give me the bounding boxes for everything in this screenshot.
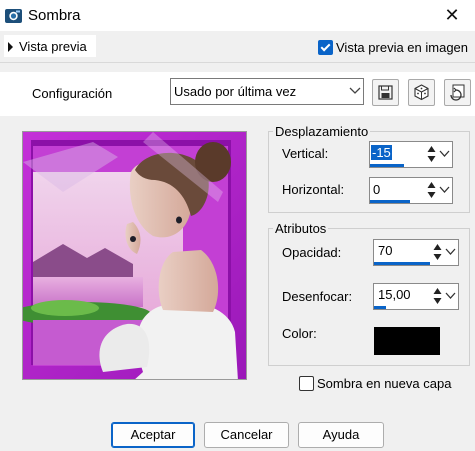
preview-picture (23, 132, 246, 379)
ok-button[interactable]: Aceptar (111, 422, 195, 448)
blur-slider-fill (374, 306, 386, 309)
window-title: Sombra (28, 7, 81, 24)
color-swatch[interactable] (374, 327, 440, 355)
preview-toggle-label: Vista previa (19, 39, 87, 54)
blur-value[interactable]: 15,00 (378, 287, 411, 302)
blur-label: Desenfocar: (282, 289, 353, 304)
opacity-dropdown-icon[interactable] (444, 240, 457, 264)
randomize-button[interactable] (408, 79, 435, 106)
blur-spin-arrows-icon[interactable] (432, 284, 443, 308)
horizontal-slider-fill (370, 200, 410, 203)
app-icon (5, 9, 22, 23)
chevron-down-icon (349, 87, 361, 94)
reset-button[interactable] (444, 79, 471, 106)
attributes-group-title: Atributos (273, 221, 329, 236)
shadow-new-layer-checkbox[interactable] (299, 376, 314, 391)
vertical-dropdown-icon[interactable] (438, 142, 451, 166)
config-label: Configuración (32, 86, 113, 101)
opacity-spin-arrows-icon[interactable] (432, 240, 443, 264)
floppy-disk-icon (378, 85, 393, 100)
help-button[interactable]: Ayuda (298, 422, 384, 448)
shadow-new-layer-label: Sombra en nueva capa (317, 376, 452, 391)
expand-arrow-icon[interactable] (8, 42, 13, 52)
color-label: Color: (282, 326, 317, 341)
save-preset-button[interactable] (372, 79, 399, 106)
preview-in-image-checkbox[interactable] (318, 40, 333, 55)
vertical-label: Vertical: (282, 146, 329, 161)
offset-group-title: Desplazamiento (273, 124, 371, 139)
horizontal-dropdown-icon[interactable] (438, 178, 451, 202)
horizontal-spin-arrows-icon[interactable] (426, 178, 437, 202)
vertical-spin-arrows-icon[interactable] (426, 142, 437, 166)
close-button[interactable]: ✕ (440, 3, 464, 27)
opacity-value[interactable]: 70 (378, 243, 392, 258)
horizontal-value[interactable]: 0 (373, 182, 380, 197)
preset-value: Usado por última vez (174, 84, 297, 99)
cancel-button[interactable]: Cancelar (204, 422, 289, 448)
opacity-slider-fill (374, 262, 430, 265)
divider (0, 62, 475, 63)
dice-icon (414, 84, 429, 101)
vertical-slider-fill (370, 164, 404, 167)
preview-image[interactable] (22, 131, 247, 380)
opacity-label: Opacidad: (282, 245, 342, 260)
horizontal-label: Horizontal: (282, 182, 345, 197)
vertical-value[interactable]: -15 (371, 145, 392, 160)
reset-icon (450, 84, 465, 101)
preview-in-image-label: Vista previa en imagen (336, 40, 469, 55)
blur-dropdown-icon[interactable] (444, 284, 457, 308)
